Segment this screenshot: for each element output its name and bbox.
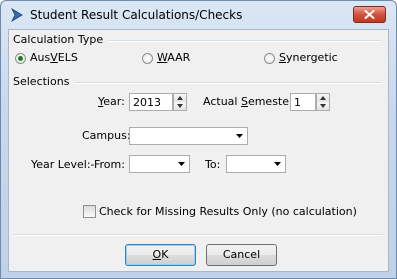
radio-waar-label[interactable]: WAAR — [157, 51, 190, 64]
semester-spinner[interactable] — [316, 93, 330, 111]
radio-ausvels-label[interactable]: AusVELS — [30, 51, 78, 64]
radio-selected-dot — [18, 56, 23, 61]
close-button[interactable] — [353, 6, 386, 23]
spin-up-icon — [177, 96, 183, 100]
radio-synergetic-label[interactable]: Synergetic — [279, 51, 338, 64]
title-bar[interactable]: Student Result Calculations/Checks — [1, 1, 396, 29]
chevron-down-icon — [236, 134, 243, 138]
app-arrow-icon — [11, 8, 23, 22]
check-missing-label[interactable]: Check for Missing Results Only (no calcu… — [99, 205, 357, 218]
window-title: Student Result Calculations/Checks — [30, 8, 243, 22]
year-spin-down[interactable] — [174, 102, 186, 110]
buttons-divider — [13, 234, 383, 236]
selections-heading: Selections — [13, 75, 70, 88]
selections-divider — [75, 82, 381, 84]
calc-type-divider — [109, 40, 381, 42]
calculation-type-heading: Calculation Type — [13, 33, 104, 46]
spin-down-icon — [177, 104, 183, 108]
year-spinner[interactable] — [173, 93, 187, 111]
check-missing-checkbox[interactable] — [83, 205, 96, 218]
chevron-down-icon — [274, 162, 281, 166]
ok-button[interactable]: OK — [125, 244, 196, 266]
semester-spin-down[interactable] — [317, 102, 329, 110]
spin-down-icon — [320, 104, 326, 108]
to-label: To: — [205, 158, 221, 171]
year-level-to-dropdown[interactable] — [226, 155, 286, 173]
semester-value: 1 — [294, 96, 301, 109]
spin-up-icon — [320, 96, 326, 100]
year-label: Year: — [98, 95, 125, 108]
radio-ausvels[interactable] — [15, 53, 26, 64]
close-icon — [364, 10, 375, 19]
year-input[interactable]: 2013 — [129, 93, 173, 111]
semester-input[interactable]: 1 — [290, 93, 316, 111]
chevron-down-icon — [178, 162, 185, 166]
semester-label: Actual Semester: — [203, 95, 298, 108]
from-label: From: — [94, 158, 125, 171]
year-value: 2013 — [133, 96, 161, 109]
year-level-from-dropdown[interactable] — [129, 155, 190, 173]
year-level-label: Year Level:- — [31, 158, 95, 171]
cancel-button[interactable]: Cancel — [206, 244, 277, 266]
radio-waar[interactable] — [142, 53, 153, 64]
dialog-body: Calculation Type AusVELS WAAR Synergetic… — [8, 29, 389, 272]
radio-synergetic[interactable] — [264, 53, 275, 64]
campus-dropdown[interactable] — [129, 127, 248, 145]
dialog-window: Student Result Calculations/Checks Calcu… — [0, 0, 397, 279]
campus-label: Campus: — [82, 129, 131, 142]
